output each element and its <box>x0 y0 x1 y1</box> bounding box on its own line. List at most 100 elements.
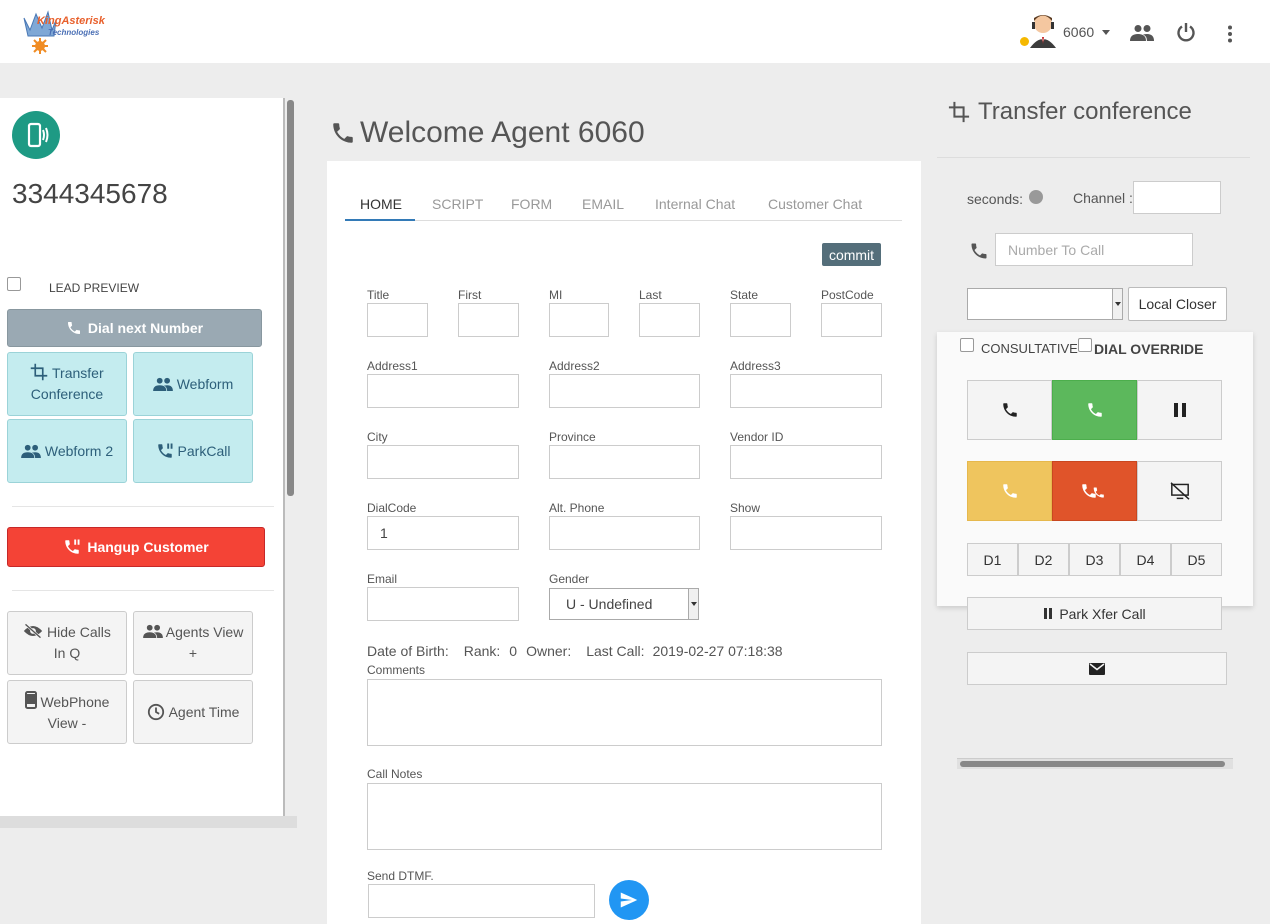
first-name-field[interactable] <box>458 303 519 337</box>
more-vert-icon[interactable] <box>1227 25 1233 43</box>
show-field[interactable] <box>730 516 882 550</box>
hangup-both-button[interactable] <box>1052 461 1137 521</box>
send-email-button[interactable] <box>967 652 1227 685</box>
title-field[interactable] <box>367 303 428 337</box>
comments-label: Comments <box>367 663 426 677</box>
agents-view-label-1: Agents View <box>165 624 244 640</box>
last-call-label: Last Call: <box>586 643 645 659</box>
number-to-call-input[interactable]: Number To Call <box>995 233 1193 266</box>
webform-button[interactable]: Webform <box>133 352 253 416</box>
transfer-conference-button[interactable]: Transfer Conference <box>7 352 127 416</box>
send-dtmf-button[interactable] <box>609 880 649 920</box>
tab-internal-chat[interactable]: Internal Chat <box>655 196 735 212</box>
avatar <box>1030 15 1056 48</box>
d3-button[interactable]: D3 <box>1069 543 1120 576</box>
gender-select[interactable]: U - Undefined <box>549 588 699 620</box>
middle-initial-field[interactable] <box>549 303 609 337</box>
address3-field[interactable] <box>730 374 882 408</box>
email-label: Email <box>367 572 398 586</box>
crop-icon <box>31 363 48 381</box>
left-panel: 3344345678 LEAD PREVIEW Dial next Number… <box>0 98 285 816</box>
hangup-label: Hangup Customer <box>87 539 209 555</box>
alt-phone-label: Alt. Phone <box>549 501 605 515</box>
phone-ringing-icon <box>27 122 49 148</box>
hold-button[interactable] <box>1137 380 1222 440</box>
leave-3way-button[interactable] <box>1137 461 1222 521</box>
left-scrollbar[interactable] <box>287 100 294 496</box>
d5-button[interactable]: D5 <box>1171 543 1222 576</box>
gender-selected: U - Undefined <box>566 596 653 612</box>
channel-input[interactable] <box>1133 181 1221 214</box>
call-notes-textarea[interactable] <box>367 783 882 850</box>
park-xfer-call-button[interactable]: Park Xfer Call <box>967 597 1222 630</box>
webphone-view-button[interactable]: WebPhone View - <box>7 680 127 744</box>
lead-preview-checkbox[interactable] <box>7 277 21 291</box>
state-field[interactable] <box>730 303 791 337</box>
eye-off-icon <box>23 623 43 639</box>
seconds-label: seconds: <box>967 191 1024 207</box>
left-horizontal-scrollbar[interactable] <box>0 816 297 828</box>
agent-time-label: Agent Time <box>168 703 240 720</box>
phone-icon <box>971 243 987 259</box>
first-label: First <box>458 288 482 302</box>
tab-script[interactable]: SCRIPT <box>432 196 483 212</box>
chevron-down-icon <box>1102 30 1110 35</box>
dial-next-number-button[interactable]: Dial next Number <box>7 309 262 347</box>
dialcode-field[interactable]: 1 <box>367 516 519 550</box>
power-icon[interactable] <box>1176 22 1196 42</box>
divider <box>12 506 274 507</box>
last-name-field[interactable] <box>639 303 700 337</box>
address1-field[interactable] <box>367 374 519 408</box>
smartphone-icon <box>24 690 37 709</box>
commit-button[interactable]: commit <box>822 243 881 266</box>
active-tab-indicator <box>345 219 415 221</box>
tab-form[interactable]: FORM <box>511 196 552 212</box>
phone-icon <box>333 123 353 143</box>
parkcall-button[interactable]: ParkCall <box>133 419 253 483</box>
phone-paused-icon <box>157 443 173 458</box>
group-icon[interactable] <box>1130 24 1154 41</box>
agent-time-button[interactable]: Agent Time <box>133 680 253 744</box>
d2-button[interactable]: D2 <box>1018 543 1069 576</box>
lead-preview-label: LEAD PREVIEW <box>49 281 140 295</box>
logo-text: KingAsterisk <box>37 15 105 27</box>
address2-field[interactable] <box>549 374 700 408</box>
dial-conference-button[interactable] <box>1052 380 1137 440</box>
user-menu[interactable]: 6060 <box>1020 12 1115 52</box>
comments-textarea[interactable] <box>367 679 882 746</box>
closer-select[interactable] <box>967 288 1123 320</box>
tab-customer-chat[interactable]: Customer Chat <box>768 196 862 212</box>
vendor-id-field[interactable] <box>730 445 882 479</box>
d1-button[interactable]: D1 <box>967 543 1018 576</box>
city-label: City <box>367 430 388 444</box>
chevron-down-icon <box>688 589 698 619</box>
webform2-button[interactable]: Webform 2 <box>7 419 127 483</box>
logo-subtext: Technologies <box>48 28 100 37</box>
hangup-customer-button[interactable]: Hangup Customer <box>7 527 265 567</box>
city-field[interactable] <box>367 445 519 479</box>
province-field[interactable] <box>549 445 700 479</box>
email-field[interactable] <box>367 587 519 621</box>
agents-view-button[interactable]: Agents View + <box>133 611 253 675</box>
hide-calls-button[interactable]: Hide Calls In Q <box>7 611 127 675</box>
scrollbar-thumb[interactable] <box>960 761 1225 767</box>
dial-with-customer-button[interactable] <box>967 380 1052 440</box>
d4-button[interactable]: D4 <box>1120 543 1171 576</box>
crop-icon <box>948 101 970 123</box>
page-title: Welcome Agent 6060 <box>330 116 645 150</box>
consultative-checkbox[interactable] <box>960 338 974 352</box>
dtmf-input[interactable] <box>368 884 595 918</box>
transfer-title-text: Transfer conference <box>978 98 1192 125</box>
webphone-button[interactable] <box>12 111 60 159</box>
chevron-down-icon <box>1112 289 1122 319</box>
phone-double-icon <box>1081 484 1104 498</box>
tab-email[interactable]: EMAIL <box>582 196 624 212</box>
alt-phone-field[interactable] <box>549 516 700 550</box>
owner-label: Owner: <box>526 643 572 659</box>
send-icon <box>620 892 638 908</box>
tab-home[interactable]: HOME <box>360 196 402 212</box>
blind-transfer-button[interactable] <box>967 461 1052 521</box>
postcode-field[interactable] <box>821 303 882 337</box>
dial-override-checkbox[interactable] <box>1078 338 1092 352</box>
local-closer-button[interactable]: Local Closer <box>1128 287 1227 321</box>
